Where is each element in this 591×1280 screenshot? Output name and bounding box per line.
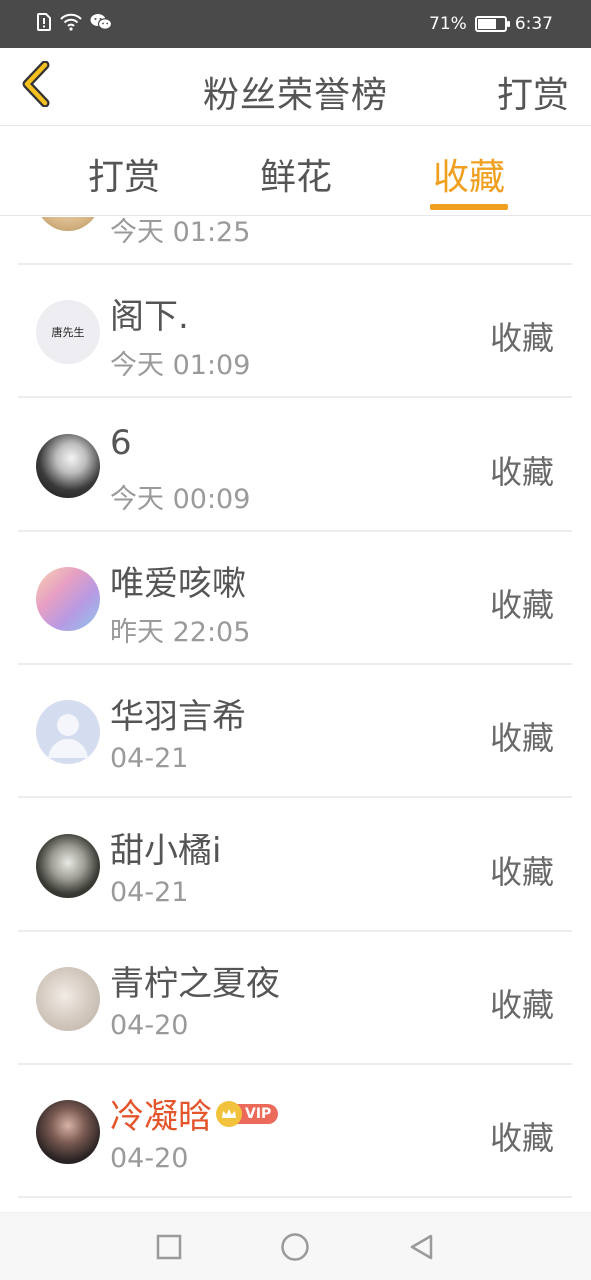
wechat-icon [90,13,113,35]
favorite-label: 收藏 [489,853,554,891]
avatar [36,434,100,498]
item-time: 04-20 [110,1143,189,1174]
avatar [36,567,100,631]
item-name-text: 冷凝晗 [110,1097,212,1137]
vip-badge: VIP [216,1100,279,1127]
favorite-label: 收藏 [489,1119,554,1157]
list-item[interactable]: 华羽言希 04-21 收藏 [18,665,572,798]
list-item[interactable]: 冷凝晗 VIP 04-20 收藏 [18,1065,572,1198]
favorite-label: 收藏 [489,319,554,357]
recents-square-icon[interactable] [153,1231,185,1263]
list-item[interactable]: 甜小橘i 04-21 收藏 [18,799,572,932]
tab-reward[interactable]: 打赏 [64,148,184,200]
status-bar: 71% 6:37 [0,0,591,48]
crown-icon [216,1100,242,1127]
battery-icon [474,16,510,32]
item-time: 昨天 22:05 [110,617,251,648]
tab-bar: 打赏 鲜花 收藏 [0,126,591,216]
clock: 6:37 [514,14,553,34]
avatar [36,967,100,1031]
status-left-icons [36,13,113,35]
active-tab-indicator [430,204,508,210]
app-header: 粉丝荣誉榜 打赏 [0,48,591,126]
item-name-vip: 冷凝晗 VIP [110,1089,279,1138]
list-item[interactable]: 唐先生 阁下. 今天 01:09 收藏 [18,265,572,398]
item-time: 今天 00:09 [110,484,251,515]
item-name: 6 [110,423,132,463]
list-item[interactable]: 今天 01:25 [18,217,572,265]
battery-level-fill [477,19,496,29]
item-name: 唯爱咳嗽 [110,564,246,604]
favorite-label: 收藏 [489,586,554,624]
item-time: 今天 01:09 [110,350,251,381]
list-item[interactable]: 6 今天 00:09 收藏 [18,399,572,532]
item-time: 04-21 [110,743,189,774]
back-triangle-icon[interactable] [405,1231,437,1263]
item-time: 今天 01:25 [110,217,251,248]
tab-flowers[interactable]: 鲜花 [236,148,356,200]
favorite-label: 收藏 [489,719,554,757]
avatar [36,834,100,898]
favorite-label: 收藏 [489,453,554,491]
battery-percent: 71% [429,14,467,34]
fan-list[interactable]: 今天 01:25 唐先生 阁下. 今天 01:09 收藏 6 今天 00:09 … [0,217,591,1212]
list-item[interactable]: 青柠之夏夜 04-20 收藏 [18,932,572,1065]
alert-sim-icon [36,13,52,35]
list-item[interactable]: 唯爱咳嗽 昨天 22:05 收藏 [18,532,572,665]
default-avatar-icon [36,700,100,764]
item-name: 青柠之夏夜 [110,964,280,1004]
item-name: 甜小橘i [110,831,222,871]
reward-button[interactable]: 打赏 [497,66,569,118]
system-nav-bar [0,1212,591,1280]
avatar-text: 唐先生 [51,326,85,339]
item-name: 华羽言希 [110,697,246,737]
avatar: 唐先生 [36,300,100,364]
item-time: 04-21 [110,877,189,908]
wifi-icon [60,13,82,35]
favorite-label: 收藏 [489,986,554,1024]
tab-favorites[interactable]: 收藏 [409,148,529,200]
status-right: 71% 6:37 [429,12,553,36]
home-circle-icon[interactable] [279,1231,311,1263]
item-time: 04-20 [110,1010,189,1041]
avatar [36,217,100,231]
item-name: 阁下. [110,297,189,337]
avatar [36,1100,100,1164]
